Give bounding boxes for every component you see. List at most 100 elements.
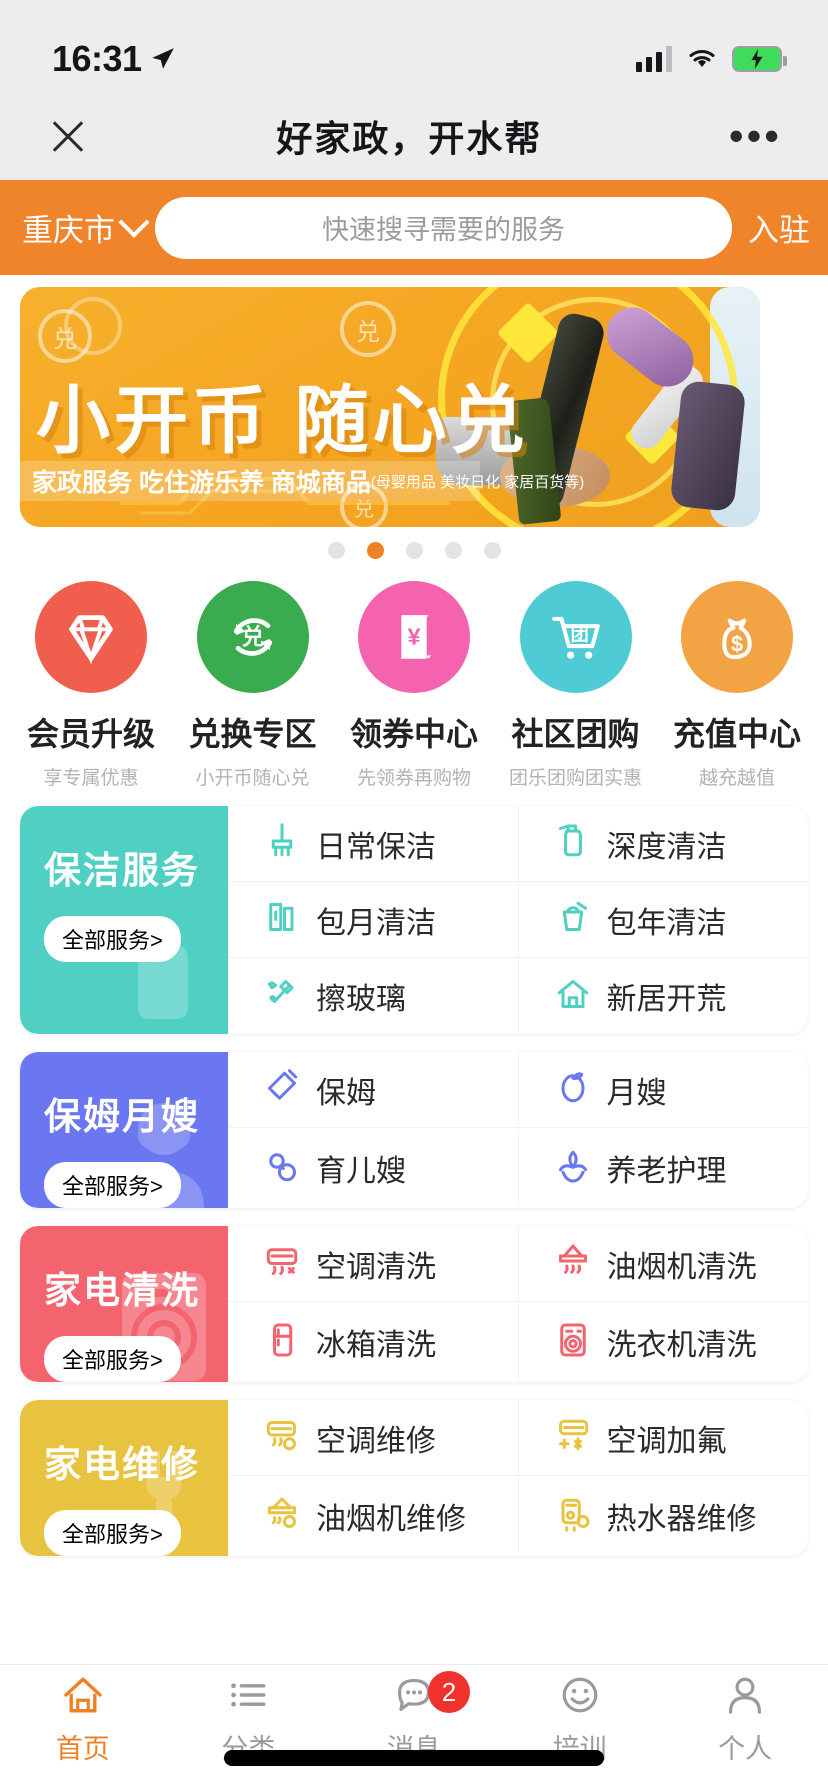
search-input[interactable]: 快速搜寻需要的服务 xyxy=(155,196,732,259)
all-services-button[interactable]: 全部服务> xyxy=(44,1510,181,1556)
service-item-label: 月嫂 xyxy=(606,1076,667,1110)
page-title: 好家政，开水帮 xyxy=(276,118,543,159)
category-header[interactable]: 家电维修 全部服务> xyxy=(20,1400,228,1556)
banner-carousel[interactable]: 兑 兑 兑 小开币 随心兑 家政服务 吃住游乐养 商城商品 (母婴用品 美妆日化… xyxy=(0,275,828,540)
category-header[interactable]: 家电清洗全部服务> xyxy=(20,1226,228,1382)
baby-bottle-icon xyxy=(262,1067,302,1112)
exchange-icon: 兑 xyxy=(196,581,309,693)
status-bar-left: 16:31 xyxy=(52,38,176,80)
service-item-label: 育儿嫂 xyxy=(316,1155,406,1188)
category-card: 保姆月嫂 全部服务> 保姆 月嫂 育儿嫂 养老护理 xyxy=(20,1052,808,1208)
service-row: 空调维修 空调加氟 xyxy=(228,1400,808,1478)
money-bag-icon: $ xyxy=(681,581,793,693)
service-item[interactable]: 洗衣机清洗 xyxy=(519,1304,809,1380)
tab-个人[interactable]: 个人 xyxy=(662,1665,828,1792)
tab-消息[interactable]: 消息 2 xyxy=(331,1665,497,1792)
service-item[interactable]: 日常保洁 xyxy=(228,806,519,882)
service-item[interactable]: 擦玻璃 xyxy=(228,958,519,1034)
category-title: 家电清洗 xyxy=(44,1270,200,1311)
category-items: 保姆 月嫂育儿嫂 养老护理 xyxy=(228,1052,808,1208)
hands-plant-icon xyxy=(553,1146,593,1191)
banner-subtitle: 家政服务 吃住游乐养 商城商品 (母婴用品 美妆日化 家居百货等) xyxy=(20,461,584,501)
all-services-label: 全部服务> xyxy=(62,1522,163,1547)
service-item[interactable]: 油烟机清洗 xyxy=(518,1226,808,1302)
smiley-icon xyxy=(559,1674,601,1721)
service-item-label: 空调清洗 xyxy=(316,1250,436,1284)
home-indicator xyxy=(224,1750,604,1766)
chevron-down-icon xyxy=(118,206,150,238)
service-item[interactable]: 空调加氟 xyxy=(518,1400,808,1476)
tab-分类[interactable]: 分类 xyxy=(166,1665,332,1792)
carousel-dot-4[interactable] xyxy=(444,542,462,559)
quick-action-sublabel: 团乐团购团实惠 xyxy=(508,768,642,789)
service-item[interactable]: 油烟机维修 xyxy=(228,1478,519,1554)
service-item[interactable]: 空调清洗 xyxy=(228,1226,519,1302)
category-header[interactable]: 保姆月嫂 全部服务> xyxy=(20,1052,228,1208)
more-dots-icon[interactable]: ••• xyxy=(729,114,782,155)
quick-action-5[interactable]: $ 充值中心 越充越值 xyxy=(662,581,812,790)
service-item[interactable]: 养老护理 xyxy=(519,1130,809,1206)
service-row: 包月清洁 包年清洁 xyxy=(228,882,808,958)
service-row: 日常保洁 深度清洁 xyxy=(228,806,808,882)
all-services-button[interactable]: 全部服务> xyxy=(44,1162,181,1208)
air-conditioner-freon-icon xyxy=(553,1415,593,1460)
service-row: 空调清洗 油烟机清洗 xyxy=(228,1226,808,1304)
city-selector[interactable]: 重庆市 xyxy=(22,205,150,250)
all-services-label: 全部服务> xyxy=(62,1348,163,1373)
range-hood-gear-icon xyxy=(262,1494,302,1539)
quick-action-1[interactable]: 会员升级 享专属优惠 xyxy=(16,581,166,790)
category-header[interactable]: 保洁服务全部服务> xyxy=(20,806,228,1034)
close-icon[interactable] xyxy=(46,114,90,158)
service-row: 擦玻璃 新居开荒 xyxy=(228,958,808,1034)
baby-icon xyxy=(553,1067,593,1112)
service-item-label: 新居开荒 xyxy=(606,983,727,1016)
all-services-button[interactable]: 全部服务> xyxy=(44,916,181,962)
carousel-dot-2[interactable] xyxy=(366,542,384,559)
status-time: 16:31 xyxy=(52,38,142,79)
quick-action-3[interactable]: ¥ 领券中心 先领券再购物 xyxy=(339,581,489,790)
service-item[interactable]: 包月清洁 xyxy=(228,882,519,958)
service-item[interactable]: 育儿嫂 xyxy=(228,1130,519,1206)
service-item[interactable]: 保姆 xyxy=(228,1052,519,1128)
cellular-signal-icon xyxy=(636,46,672,72)
service-item-label: 包年清洁 xyxy=(606,906,727,940)
banner-slide[interactable]: 兑 兑 兑 小开币 随心兑 家政服务 吃住游乐养 商城商品 (母婴用品 美妆日化… xyxy=(20,287,760,527)
service-item[interactable]: 冰箱清洗 xyxy=(228,1304,519,1380)
service-item[interactable]: 月嫂 xyxy=(518,1052,808,1128)
merchant-enter-button[interactable]: 入驻 xyxy=(742,205,810,250)
category-title: 保洁服务 xyxy=(44,850,200,891)
quick-action-sublabel: 先领券再购物 xyxy=(356,768,471,789)
service-item[interactable]: 包年清洁 xyxy=(518,882,808,958)
tab-label: 首页 xyxy=(55,1733,110,1764)
app-root: 16:31 好家政，开水帮 ••• 重庆市 快速搜寻需要的服务 入驻 兑 兑 兑… xyxy=(0,0,828,1792)
all-services-label: 全部服务> xyxy=(62,928,163,953)
diamond-icon xyxy=(35,581,147,693)
carousel-dots[interactable] xyxy=(0,542,828,559)
tab-培训[interactable]: 培训 xyxy=(497,1665,663,1792)
service-item[interactable]: 空调维修 xyxy=(228,1400,519,1476)
bottom-tab-bar: 首页 分类 消息 2 培训 个人 xyxy=(0,1664,828,1792)
carousel-dot-1[interactable] xyxy=(327,542,345,559)
quick-action-2[interactable]: 兑兑换专区 小开币随心兑 xyxy=(178,581,328,790)
svg-text:兑: 兑 xyxy=(241,624,264,650)
unread-badge: 2 xyxy=(427,1671,470,1713)
service-item[interactable]: 深度清洁 xyxy=(518,806,808,882)
service-item-label: 空调维修 xyxy=(316,1424,436,1458)
carousel-dot-5[interactable] xyxy=(483,542,501,559)
quick-action-label: 会员升级 xyxy=(26,716,155,752)
coupon-icon: ¥ xyxy=(358,581,470,693)
service-item[interactable]: 新居开荒 xyxy=(519,958,809,1034)
service-item-label: 养老护理 xyxy=(606,1155,727,1188)
quick-action-4[interactable]: 团社区团购 团乐团购团实惠 xyxy=(501,581,651,790)
service-item-label: 冰箱清洗 xyxy=(316,1329,436,1362)
all-services-button[interactable]: 全部服务> xyxy=(44,1336,181,1382)
nav-bar: 好家政，开水帮 ••• xyxy=(0,92,828,180)
squeegee-icon xyxy=(262,974,302,1019)
category-items: 日常保洁 深度清洁 包月清洁 包年清洁擦玻璃 新居开荒 xyxy=(228,806,808,1034)
cart-icon: 团 xyxy=(519,581,632,693)
service-row: 油烟机维修 热水器维修 xyxy=(228,1478,808,1556)
tab-首页[interactable]: 首页 xyxy=(0,1665,166,1792)
carousel-dot-3[interactable] xyxy=(405,542,423,559)
coin-icon: 兑 xyxy=(38,309,92,363)
service-item[interactable]: 热水器维修 xyxy=(519,1478,809,1554)
